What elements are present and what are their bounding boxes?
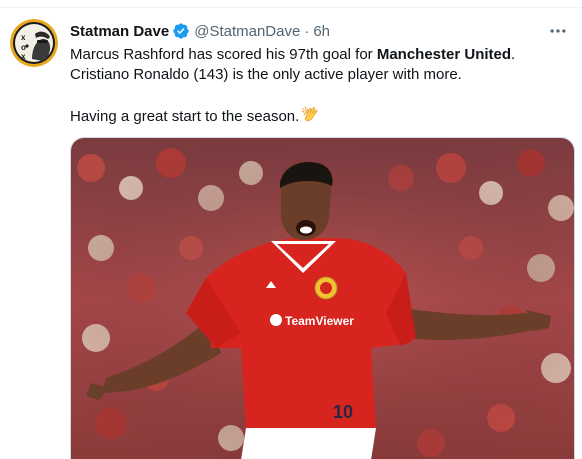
avatar-image: x o x — [10, 19, 58, 67]
tweet-header: Statman Dave @StatmanDave · 6h — [70, 21, 330, 41]
tweet-text-line-1-suffix: . — [511, 46, 516, 63]
tweet-text-bold-team: Manchester United — [376, 46, 512, 63]
tweet-timestamp[interactable]: 6h — [313, 23, 330, 40]
shirt-sponsor: TeamViewer — [285, 314, 354, 328]
tweet-text-line-1: Marcus Rashford has scored his 97th goal… — [70, 45, 570, 65]
svg-text:x: x — [21, 33, 26, 42]
more-dots-icon — [550, 29, 566, 33]
celebration-photo: TeamViewer 10 — [71, 138, 574, 459]
tweet[interactable]: x o x Statman Dave @StatmanDave · 6h Mar… — [0, 9, 582, 459]
clapping-hands-icon — [301, 105, 320, 124]
tweet-text: Marcus Rashford has scored his 97th goal… — [70, 45, 570, 127]
header-separator: · — [304, 22, 310, 40]
svg-text:o: o — [21, 43, 26, 52]
author-display-name[interactable]: Statman Dave — [70, 23, 169, 40]
svg-text:x: x — [21, 52, 26, 61]
top-divider — [0, 0, 582, 8]
tweet-text-line-3-content: Having a great start to the season. — [70, 108, 300, 125]
author-handle[interactable]: @StatmanDave — [194, 23, 300, 40]
tweet-text-spacer — [70, 85, 570, 105]
tweet-media-photo[interactable]: TeamViewer 10 — [70, 137, 575, 459]
verified-badge-icon — [172, 22, 190, 40]
avatar[interactable]: x o x — [10, 19, 58, 67]
tweet-text-line-2: Cristiano Ronaldo (143) is the only acti… — [70, 66, 462, 83]
more-options-button[interactable] — [546, 21, 570, 41]
tweet-text-line-1-prefix: Marcus Rashford has scored his 97th goal… — [70, 46, 377, 63]
shirt-number: 10 — [333, 402, 353, 422]
tweet-text-line-3: Having a great start to the season. — [70, 105, 570, 127]
